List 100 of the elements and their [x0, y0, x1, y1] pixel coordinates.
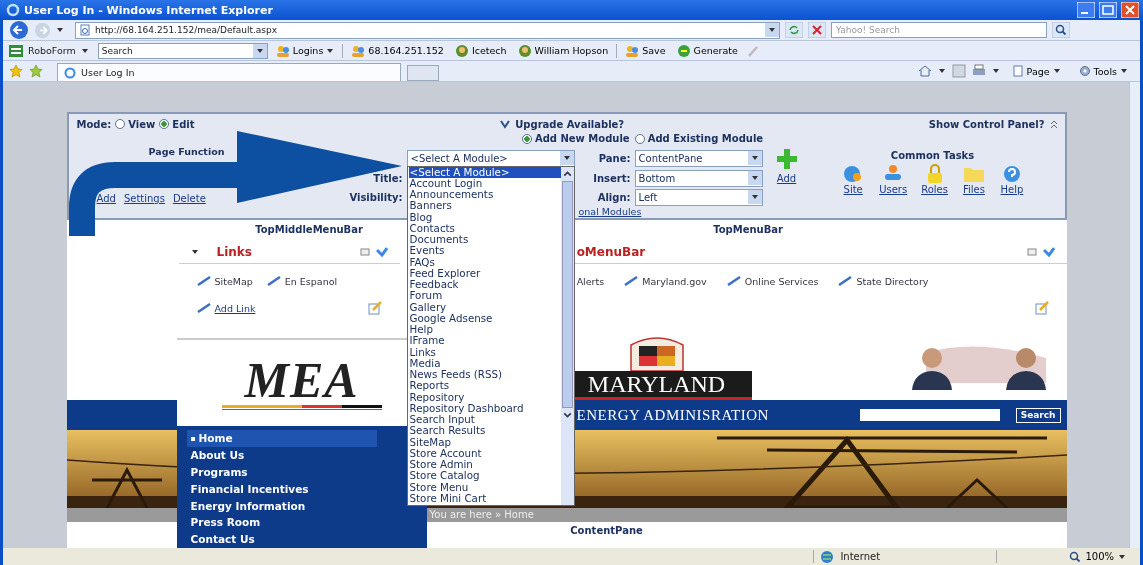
dropdown-option[interactable]: Store Menu [408, 481, 561, 493]
minimize-icon[interactable] [359, 247, 370, 257]
toolbar-button[interactable]: Icetech [451, 43, 510, 58]
roboform-search-field[interactable]: Search [97, 42, 268, 59]
dropdown-option[interactable]: Announcements [408, 189, 561, 201]
dropdown-option[interactable]: Google Adsense [408, 312, 561, 324]
maximize-icon[interactable] [1099, 2, 1117, 18]
dropdown-option[interactable]: FAQs [408, 256, 561, 268]
dropdown-option[interactable]: Links [408, 346, 561, 358]
refresh-icon[interactable] [785, 22, 803, 38]
task-link[interactable]: Help [999, 164, 1024, 195]
dropdown-option[interactable]: Forum [408, 290, 561, 302]
page-scrollbar[interactable] [1129, 82, 1140, 548]
caret-icon[interactable] [991, 67, 1000, 75]
caret-icon[interactable] [252, 43, 267, 58]
dropdown-option[interactable]: Repository Dashboard [408, 402, 561, 414]
add-favorite-icon[interactable] [29, 64, 43, 78]
scrollbar[interactable] [560, 166, 574, 505]
address-field[interactable]: http://68.164.251.152/mea/Default.aspx [75, 21, 780, 39]
dropdown-option[interactable]: Search Input [408, 414, 561, 426]
search-button[interactable]: Search [1015, 407, 1061, 423]
menu-link[interactable]: Online Services [744, 275, 819, 287]
toolbar-button[interactable]: 68.164.251.152 [348, 43, 447, 58]
page-action-link[interactable]: Settings [123, 193, 165, 204]
dropdown-option[interactable]: Search Results [408, 425, 561, 437]
dropdown-option[interactable]: Documents [408, 234, 561, 246]
add-link[interactable]: Add Link [214, 302, 256, 314]
collapse-icon[interactable] [1048, 119, 1059, 130]
dropdown-field[interactable]: ContentPane [634, 149, 763, 167]
radio-button[interactable] [159, 119, 170, 130]
toolbar-button[interactable]: William Hopson [514, 43, 612, 58]
dropdown-option[interactable]: Help [408, 324, 561, 336]
task-link[interactable]: Site [841, 164, 866, 195]
dropdown-option[interactable]: Store Mini Cart [408, 492, 561, 504]
dropdown-option[interactable]: Banners [408, 200, 561, 212]
zoom-button[interactable]: 100% [1063, 549, 1132, 564]
menu-link[interactable]: Alerts [576, 275, 605, 287]
dropdown-field[interactable]: Left [634, 188, 763, 206]
nav-item[interactable]: Energy Information [186, 497, 377, 515]
dropdown-option[interactable]: Blog [408, 211, 561, 223]
show-control-panel-link[interactable]: Show Control Panel? [928, 118, 1045, 130]
stop-icon[interactable] [808, 22, 826, 38]
caret-icon[interactable] [80, 46, 89, 55]
module-select[interactable]: <Select A Module> [406, 149, 575, 167]
caret-icon[interactable] [190, 248, 199, 256]
task-link[interactable]: Roles [921, 164, 948, 195]
nav-item[interactable]: Press Room [186, 514, 377, 532]
menu-link[interactable]: Maryland.gov [642, 275, 707, 287]
dropdown-option[interactable]: Gallery [408, 301, 561, 313]
edit-icon[interactable] [1034, 301, 1049, 315]
menu-link[interactable]: SiteMap [214, 275, 253, 287]
roboform-menu[interactable]: RoboForm [28, 45, 76, 56]
nav-item[interactable]: Financial Incentives [186, 480, 377, 498]
nav-item[interactable]: Programs [186, 464, 377, 481]
task-link[interactable]: Users [879, 164, 908, 195]
dropdown-option[interactable]: News Feeds (RSS) [408, 369, 561, 381]
nav-item[interactable]: About Us [186, 447, 377, 464]
home-icon[interactable] [917, 64, 932, 78]
nav-item[interactable]: Contact Us [186, 531, 377, 548]
page-action-link[interactable]: Delete [172, 193, 206, 204]
command-button[interactable]: Tools [1072, 64, 1134, 78]
dropdown-option[interactable]: Feedback [408, 279, 561, 291]
page-action-link[interactable]: Add [96, 193, 116, 204]
dropdown-option[interactable]: Reports [408, 380, 561, 392]
dropdown-option[interactable]: IFrame [408, 335, 561, 347]
dropdown-option[interactable]: Media [408, 357, 561, 369]
dropdown-option[interactable]: Store Admin [408, 459, 561, 471]
dropdown-option[interactable]: <Select A Module> [408, 166, 561, 178]
edit-icon[interactable] [367, 301, 382, 315]
task-link[interactable]: Files [961, 164, 986, 195]
dropdown-option[interactable]: Events [408, 245, 561, 257]
caret-icon[interactable] [937, 67, 946, 75]
add-module-link[interactable]: Add [776, 173, 797, 184]
back-icon[interactable] [9, 20, 29, 40]
command-button[interactable]: Page [1005, 64, 1067, 78]
radio-button[interactable] [115, 119, 126, 130]
radio-button[interactable] [521, 133, 532, 144]
browser-tab[interactable]: User Log In [57, 63, 401, 81]
plus-icon[interactable] [775, 148, 798, 170]
nav-item[interactable]: Home [186, 430, 377, 448]
dropdown-option[interactable]: Repository [408, 391, 561, 403]
modules-link[interactable]: onal Modules [578, 206, 763, 218]
toolbar-button[interactable]: Save [622, 43, 669, 58]
dropdown-option[interactable]: Contacts [408, 222, 561, 234]
toolbar-button[interactable]: Generate [673, 43, 741, 58]
dropdown-option[interactable]: Store Catalog [408, 470, 561, 482]
caret-icon[interactable] [765, 23, 779, 37]
site-search-field[interactable] [859, 409, 1000, 421]
caret-icon[interactable] [56, 26, 64, 34]
toolbar-button[interactable]: Logins [272, 43, 338, 58]
print-icon[interactable] [971, 64, 986, 78]
dropdown-option[interactable]: SiteMap [408, 436, 561, 448]
upgrade-link[interactable]: Upgrade Available? [515, 118, 625, 130]
dropdown-field[interactable]: Bottom [634, 169, 763, 187]
menu-link[interactable]: En Espanol [284, 275, 338, 287]
search-icon[interactable] [1052, 22, 1070, 38]
minimize-icon[interactable] [1026, 247, 1037, 257]
new-tab-button[interactable] [407, 65, 439, 81]
menu-link[interactable]: State Directory [856, 275, 929, 287]
dropdown-option[interactable]: Feed Explorer [408, 267, 561, 279]
